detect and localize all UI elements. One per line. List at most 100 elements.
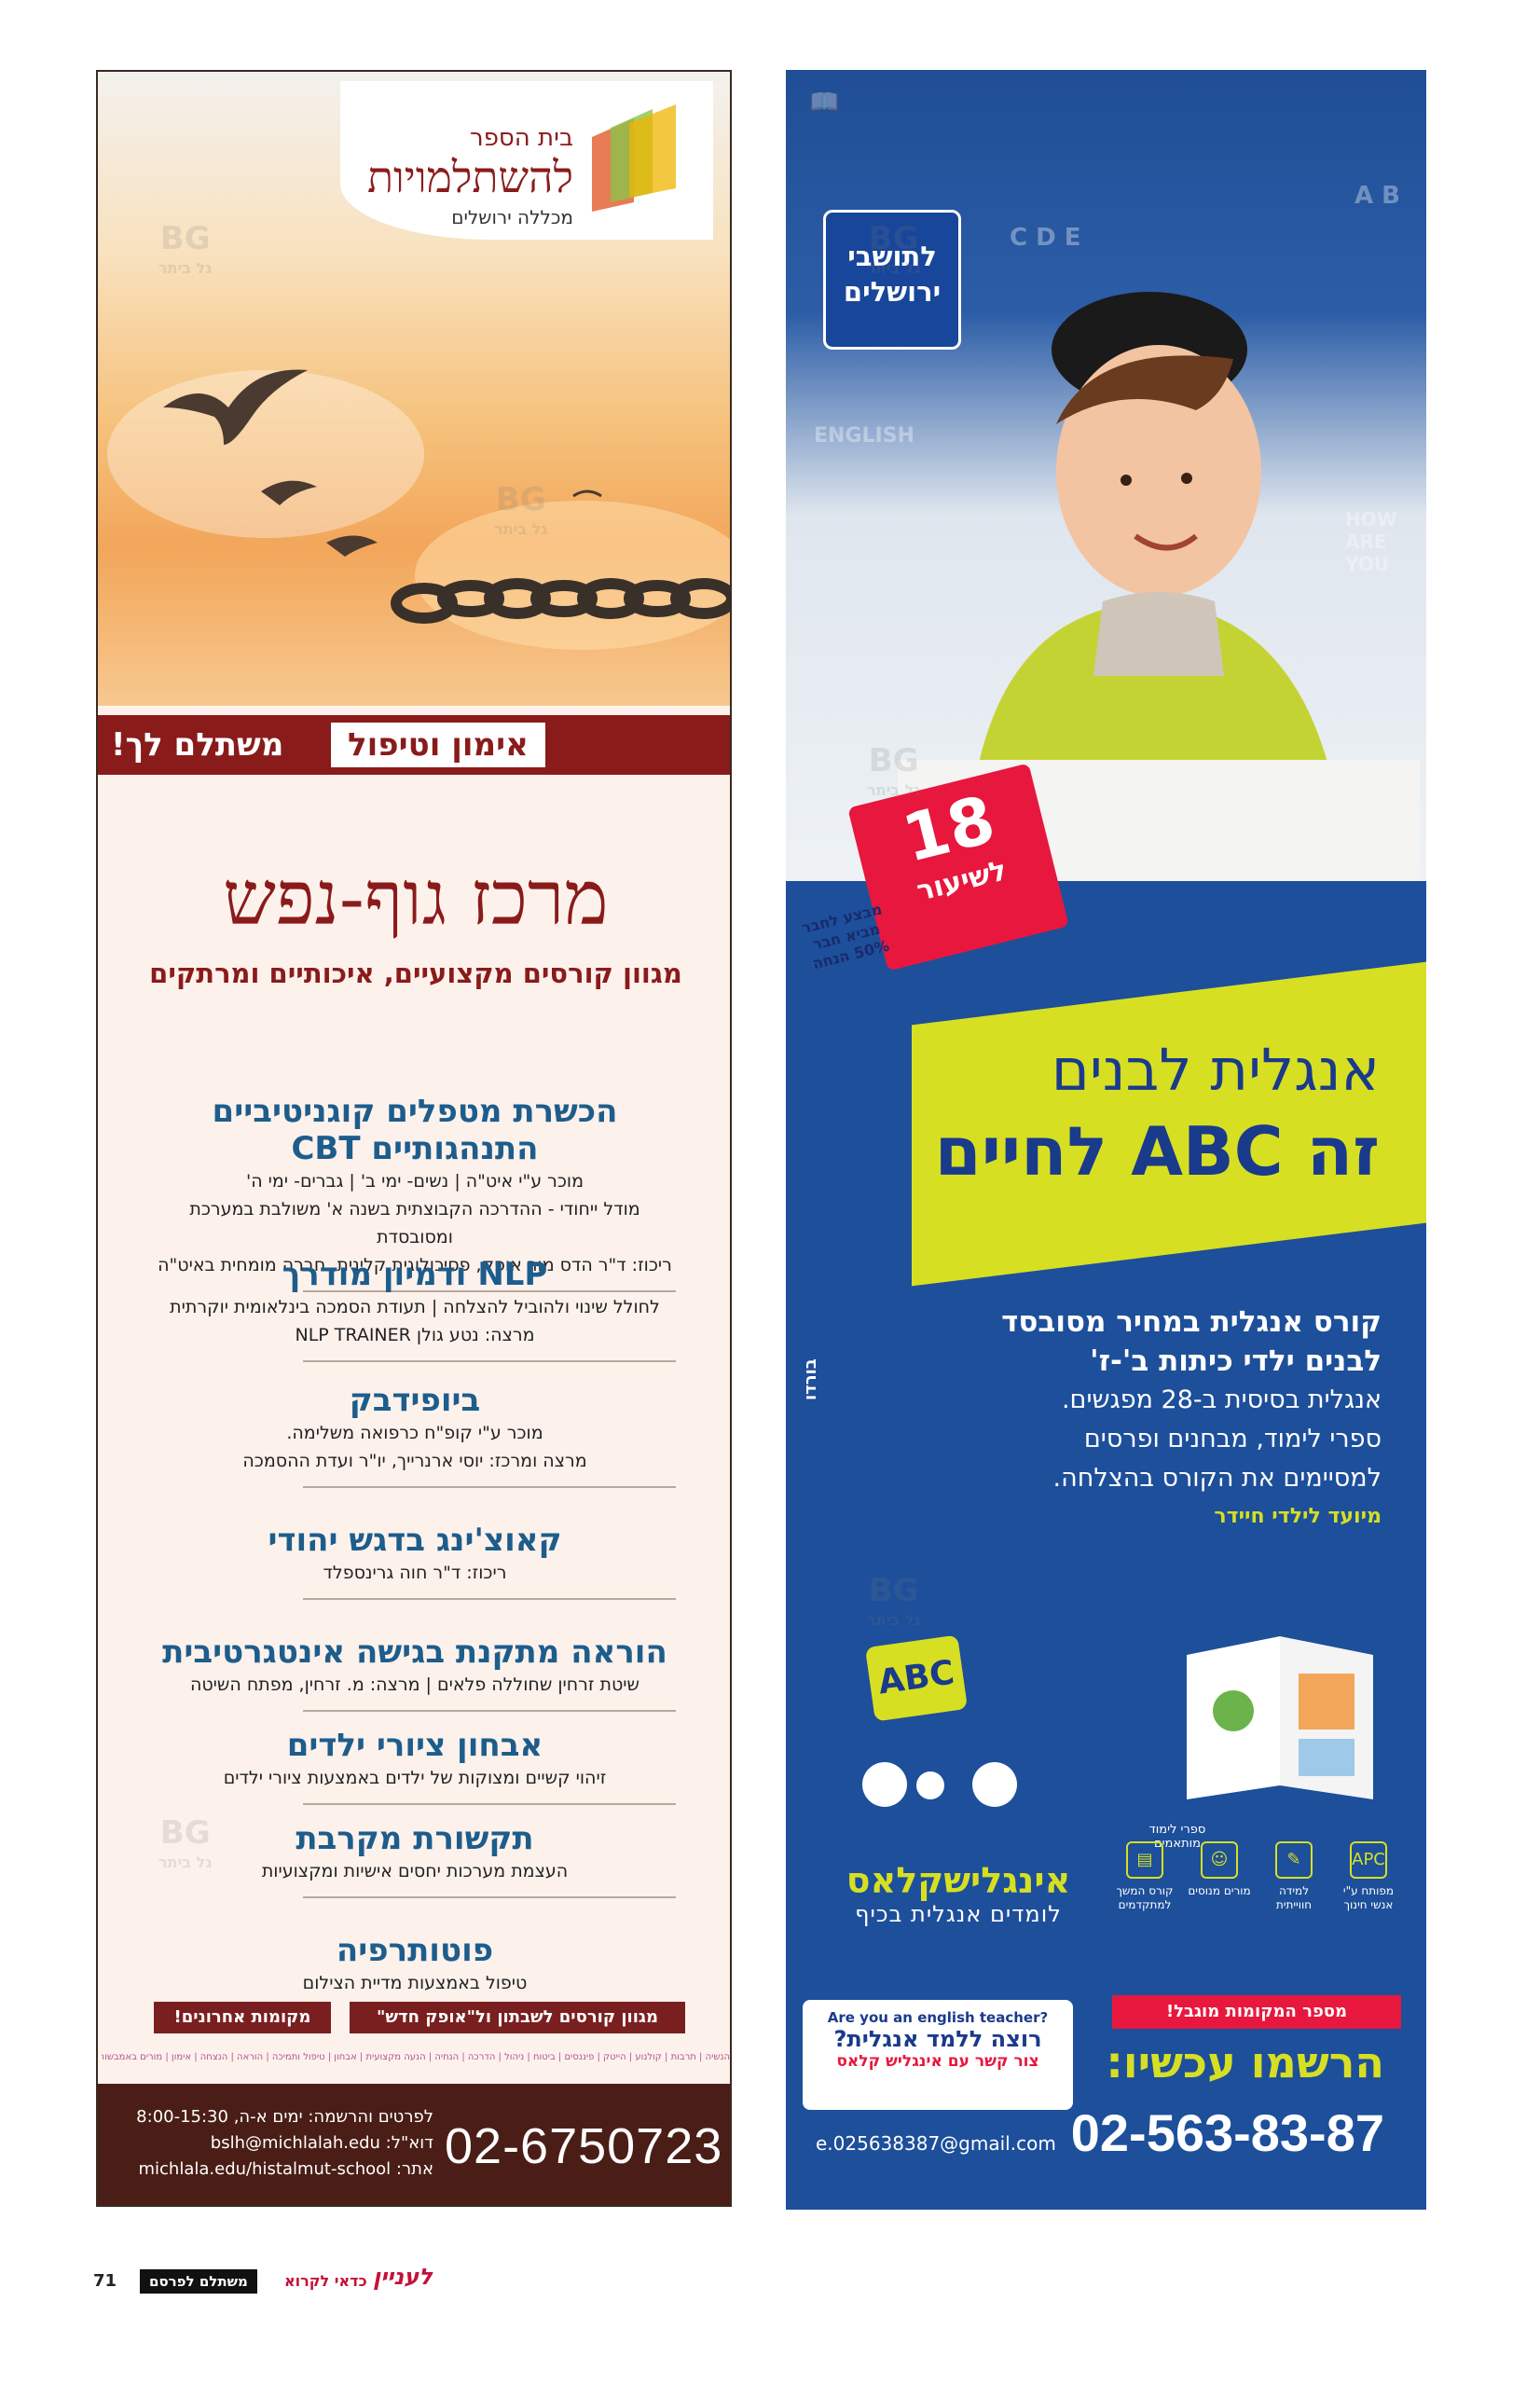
course-title: פוטותרפיה [336, 1932, 494, 1969]
course-item: אבחון ציורי ילדים זיהוי קשיים ומצוקות של … [154, 1727, 676, 1805]
english-class-ad: 📖 C D E A B HOW ARE YOU ENGLISH לתושבי י… [786, 70, 1426, 2210]
course-line: טיפול באמצעות מדיית הצילום [302, 1973, 528, 1993]
feature-educators: APC מפותח ע"י אנשי חינוך [1336, 1841, 1401, 1912]
course-title: אבחון ציורי ילדים [286, 1727, 543, 1764]
watermark: BG גל ביתר [867, 742, 921, 799]
teacher-box: Are you an english teacher? רוצה ללמד אנ… [803, 2000, 1073, 2110]
pacman-dot-icon [916, 1771, 944, 1799]
vertical-brand: בורדו [801, 1358, 820, 1401]
course-divider [303, 1803, 676, 1805]
doodle-abc: A B [1354, 182, 1400, 210]
abc-badge: ABC [864, 1634, 969, 1722]
teacher-he-question: רוצה ללמד אנגלית? [833, 2026, 1042, 2052]
course-line: מוכר ע"י איט"ה | נשים- ימי ב' | גברים- י… [245, 1171, 584, 1192]
pacman-icon [972, 1762, 1017, 1807]
apc-icon: APC [1350, 1841, 1387, 1879]
center-subtitle: מגוון קורסים מקצועיים, איכותיים ומרתקים [149, 958, 682, 989]
right-email[interactable]: e.025638387@gmail.com [816, 2132, 1056, 2155]
course-line: לחולל שינוי ולהוביל להצלחה | תעודת הסמכה… [170, 1297, 660, 1317]
last-places-bar: מקומות אחרונים! [154, 2002, 331, 2033]
course-title: תקשורת מקרבת [296, 1820, 534, 1857]
teacher-en: Are you an english teacher? [827, 2009, 1049, 2026]
right-phone[interactable]: 02-563-83-87 [1071, 2102, 1384, 2163]
footer-logo: לעניין [373, 2264, 433, 2290]
school-logo: בית הספר להשתלמויות מכללה ירושלים [340, 81, 713, 240]
course-divider [303, 1360, 676, 1362]
course-line: מודל ייחודי - ההדרכה הקבוצתית בשנה א' מש… [189, 1199, 640, 1247]
logo-main-text: להשתלמויות [366, 152, 573, 202]
feature-advanced: ▤ קורס המשך למתקדמים [1112, 1841, 1177, 1912]
teacher-he-contact: צור קשר עם אינגליש קלאס [836, 2052, 1039, 2071]
pencil-icon: ✎ [1275, 1841, 1313, 1879]
feature-experiential: ✎ למידה חווייתית [1261, 1841, 1327, 1912]
desc-note: מיועד לילדי חיידר [1214, 1505, 1382, 1528]
tagline-banner: אימון וטיפול משתלם לך! [98, 715, 730, 775]
center-title: מרכז גוף-נפש [223, 855, 609, 942]
desc-line: ספרי לימוד, מבחנים ופרסים [1083, 1425, 1382, 1454]
feature-teachers: ☺ מורים מנוסים [1187, 1841, 1252, 1898]
desc-heading-1: קורס אנגלית במחיר מסובסד [1001, 1305, 1382, 1339]
doodle-books-icon: 📖 [809, 89, 840, 117]
course-title: NLP ודמיון מודרך [282, 1256, 548, 1293]
course-line: זיהוי קשיים ומצוקות של ילדים באמצעות ציו… [223, 1768, 607, 1788]
footer-sub: כדאי לקרוא [284, 2272, 367, 2290]
course-description: קורס אנגלית במחיר מסובסד לבנים ילדי כיתו… [859, 1302, 1382, 1536]
course-line: מרצה ומרכז: יוסי ארנרייך, יו"ר ועדת ההסמ… [242, 1451, 587, 1471]
english-class-brand: אינגלישקלאס לומדים אנגלית בכיף [832, 1860, 1084, 1927]
left-contact-info: לפרטים והרשמה: ימים א-ה, 8:00-15:30 דוא"… [126, 2104, 433, 2183]
pacman-icon [862, 1762, 907, 1807]
doodle-how-are-you: HOW ARE YOU [1345, 508, 1397, 575]
page-footer: 71 משתלם לפרסם כדאי לקרוא לעניין [93, 2264, 531, 2301]
course-title: קאוצ'ינג בדגש יהודי [268, 1522, 562, 1559]
price-note: מבצע לחבר מביא חבר 50% הנחה [800, 900, 891, 973]
logo-top-text: בית הספר [470, 124, 573, 152]
tagline-rest: משתלם לך! [111, 726, 284, 764]
site-text[interactable]: אתר: michlala.edu/histalmut-school [126, 2157, 434, 2183]
course-title: הוראה מתקנת בגישה אינטגרטיבית [162, 1633, 667, 1671]
courses-note-bar: מגוון קורסים לשבתון ול"אופק חדש" [350, 2002, 685, 2033]
teacher-icon: ☺ [1201, 1841, 1238, 1879]
course-item: תקשורת מקרבת העצמת מערכות יחסים אישיות ומ… [154, 1820, 676, 1898]
brand-slogan: לומדים אנגלית בכיף [855, 1901, 1062, 1927]
email-text[interactable]: דוא"ל: bslh@michlalah.edu [126, 2130, 433, 2157]
histalmut-ad: בית הספר להשתלמויות מכללה ירושלים אימון … [96, 70, 732, 2207]
watermark: BG גל ביתר [867, 220, 921, 277]
watermark: BG גל ביתר [158, 220, 213, 277]
course-item: ביופידבק מוכר ע"י קופ"ח כרפואה משלימה. מרצ… [154, 1382, 676, 1488]
books-logo-icon [592, 104, 676, 212]
course-line: העצמת מערכות יחסים אישיות ומקצועיות [261, 1861, 569, 1881]
watermark: BG גל ביתר [867, 1572, 921, 1629]
course-line: ריכוז: ד"ר חוה גרינספלד [323, 1563, 507, 1583]
watermark: BG גל ביתר [494, 481, 548, 538]
course-title: הכשרת מטפלים קוגניטיביים התנהגותיים CBT [212, 1093, 618, 1167]
course-item: קאוצ'ינג בדגש יהודי ריכוז: ד"ר חוה גרינספ… [154, 1522, 676, 1600]
categories-strip: הנשיה | תרבות | קולנוע | הייטק | פיננסים… [102, 2052, 730, 2062]
course-line: מרצה: נטע גולן NLP TRAINER [295, 1325, 535, 1345]
course-line: מוכר ע"י קופ"ח כרפואה משלימה. [286, 1423, 543, 1443]
left-footer: 02-6750723 לפרטים והרשמה: ימים א-ה, 8:00… [98, 2084, 730, 2205]
course-divider [303, 1710, 676, 1712]
tagline-boxed: אימון וטיפול [331, 723, 545, 767]
course-item: NLP ודמיון מודרך לחולל שינוי ולהוביל להצל… [154, 1256, 676, 1362]
brand-name: אינגלישקלאס [846, 1860, 1071, 1901]
course-title: ביופידבק [349, 1382, 481, 1419]
left-phone[interactable]: 02-6750723 [445, 2117, 722, 2175]
book-stack-icon: ▤ [1126, 1841, 1163, 1879]
doodle-english: ENGLISH [814, 424, 914, 448]
watermark: BG גל ביתר [158, 1814, 213, 1871]
course-line: שיטת זרחין שחוללה פלאים | מרצה: מ. זרחין… [189, 1674, 640, 1695]
signup-text: הרשמו עכשיו: [1106, 2037, 1384, 2088]
course-divider [303, 1598, 676, 1600]
course-divider [303, 1896, 676, 1898]
course-item: הוראה מתקנת בגישה אינטגרטיבית שיטת זרחין … [154, 1633, 676, 1712]
course-item: פוטותרפיה טיפול באמצעות מדיית הצילום [154, 1932, 676, 1997]
limited-places-bar: מספר המקומות מוגבל! [1112, 1995, 1401, 2029]
headline-2: זה ABC לחיים [934, 1112, 1380, 1191]
headline-1: אנגלית לבנים [1051, 1036, 1380, 1104]
workbook-icon [1187, 1636, 1373, 1799]
logo-sub-text: מכללה ירושלים [451, 206, 573, 228]
desc-line: אנגלית בסיסית ב-28 מפגשים. [1061, 1385, 1382, 1414]
desc-line: למסיימים את הקורס בהצלחה. [1052, 1464, 1382, 1493]
hours-text: לפרטים והרשמה: ימים א-ה, 8:00-15:30 [136, 2107, 433, 2127]
page-number: 71 [93, 2271, 117, 2291]
